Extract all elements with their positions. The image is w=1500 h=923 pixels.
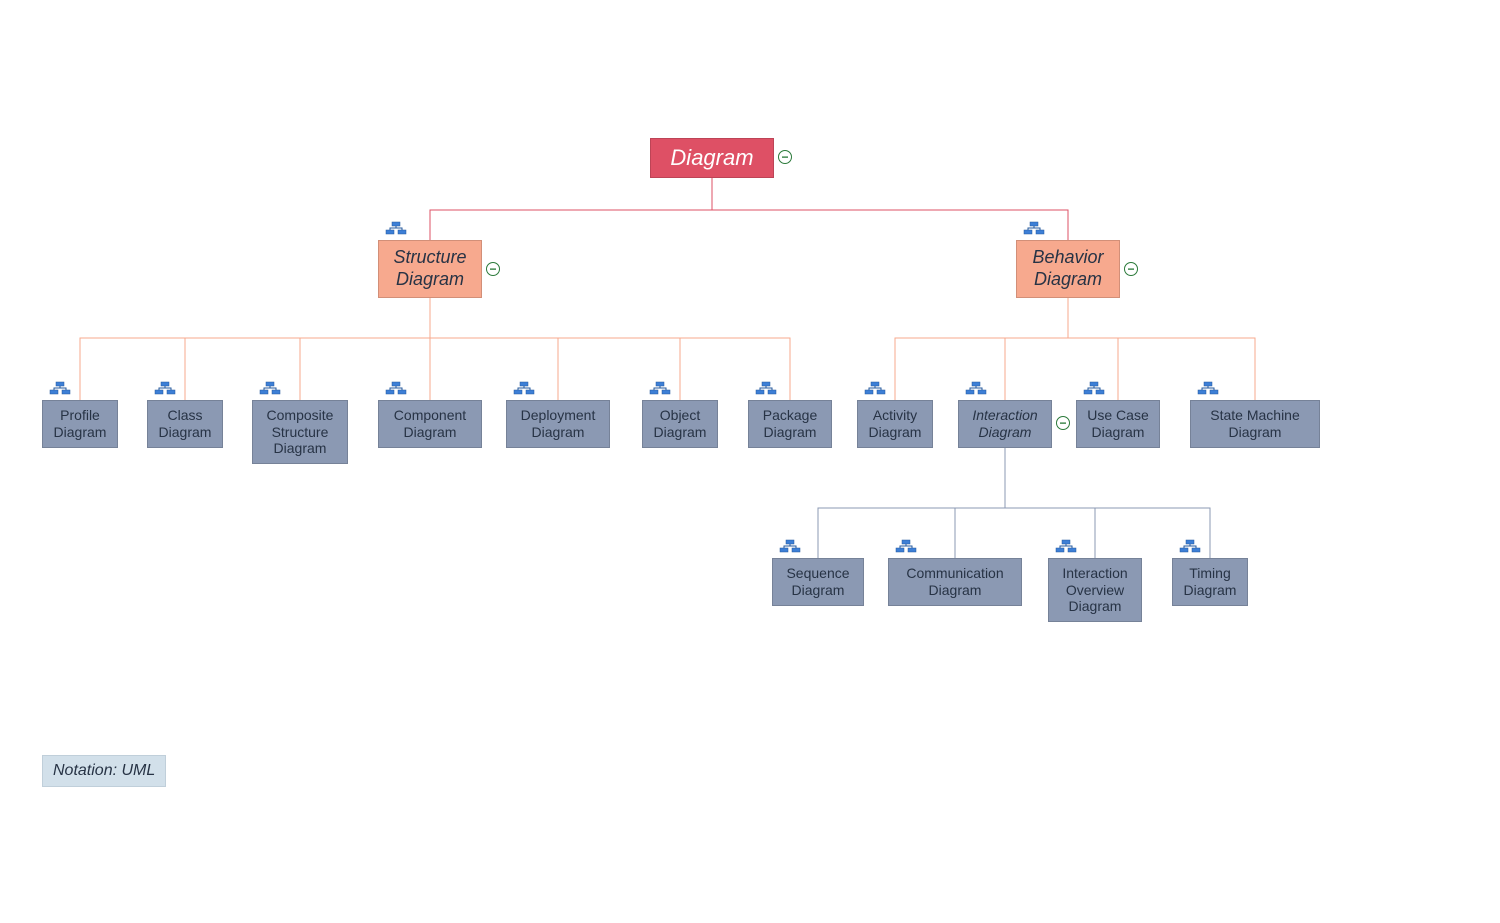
node-label: Composite Structure Diagram [267, 407, 334, 457]
node-package-diagram[interactable]: Package Diagram [748, 400, 832, 448]
node-label: Deployment Diagram [521, 407, 596, 441]
node-label: Activity Diagram [869, 407, 922, 441]
node-structure-diagram[interactable]: Structure Diagram [378, 240, 482, 298]
node-label: Interaction Diagram [972, 407, 1037, 441]
collapse-toggle-interaction[interactable]: − [1056, 416, 1070, 430]
node-label: Package Diagram [763, 407, 817, 441]
node-object-diagram[interactable]: Object Diagram [642, 400, 718, 448]
node-class-diagram[interactable]: Class Diagram [147, 400, 223, 448]
node-label: Communication Diagram [906, 565, 1003, 599]
collapse-toggle-structure[interactable]: − [486, 262, 500, 276]
notation-label: Notation: UML [42, 755, 166, 787]
node-sequence-diagram[interactable]: Sequence Diagram [772, 558, 864, 606]
collapse-toggle-root[interactable]: − [778, 150, 792, 164]
notation-text: Notation: UML [53, 762, 155, 779]
node-deployment-diagram[interactable]: Deployment Diagram [506, 400, 610, 448]
node-label: State Machine Diagram [1210, 407, 1300, 441]
node-component-diagram[interactable]: Component Diagram [378, 400, 482, 448]
node-activity-diagram[interactable]: Activity Diagram [857, 400, 933, 448]
node-label: Profile Diagram [54, 407, 107, 441]
node-interaction-overview-diagram[interactable]: Interaction Overview Diagram [1048, 558, 1142, 622]
node-behavior-diagram[interactable]: Behavior Diagram [1016, 240, 1120, 298]
node-label: Use Case Diagram [1087, 407, 1148, 441]
node-timing-diagram[interactable]: Timing Diagram [1172, 558, 1248, 606]
node-label: Object Diagram [654, 407, 707, 441]
node-communication-diagram[interactable]: Communication Diagram [888, 558, 1022, 606]
node-label: Structure Diagram [393, 247, 466, 290]
node-state-machine-diagram[interactable]: State Machine Diagram [1190, 400, 1320, 448]
node-label: Interaction Overview Diagram [1062, 565, 1127, 615]
node-label: Class Diagram [159, 407, 212, 441]
node-diagram[interactable]: Diagram [650, 138, 774, 178]
node-label: Behavior Diagram [1032, 247, 1103, 290]
node-label: Component Diagram [394, 407, 466, 441]
node-profile-diagram[interactable]: Profile Diagram [42, 400, 118, 448]
node-composite-structure-diagram[interactable]: Composite Structure Diagram [252, 400, 348, 464]
node-label: Sequence Diagram [786, 565, 849, 599]
node-interaction-diagram[interactable]: Interaction Diagram [958, 400, 1052, 448]
node-label: Diagram [670, 145, 753, 171]
node-use-case-diagram[interactable]: Use Case Diagram [1076, 400, 1160, 448]
node-label: Timing Diagram [1184, 565, 1237, 599]
collapse-toggle-behavior[interactable]: − [1124, 262, 1138, 276]
